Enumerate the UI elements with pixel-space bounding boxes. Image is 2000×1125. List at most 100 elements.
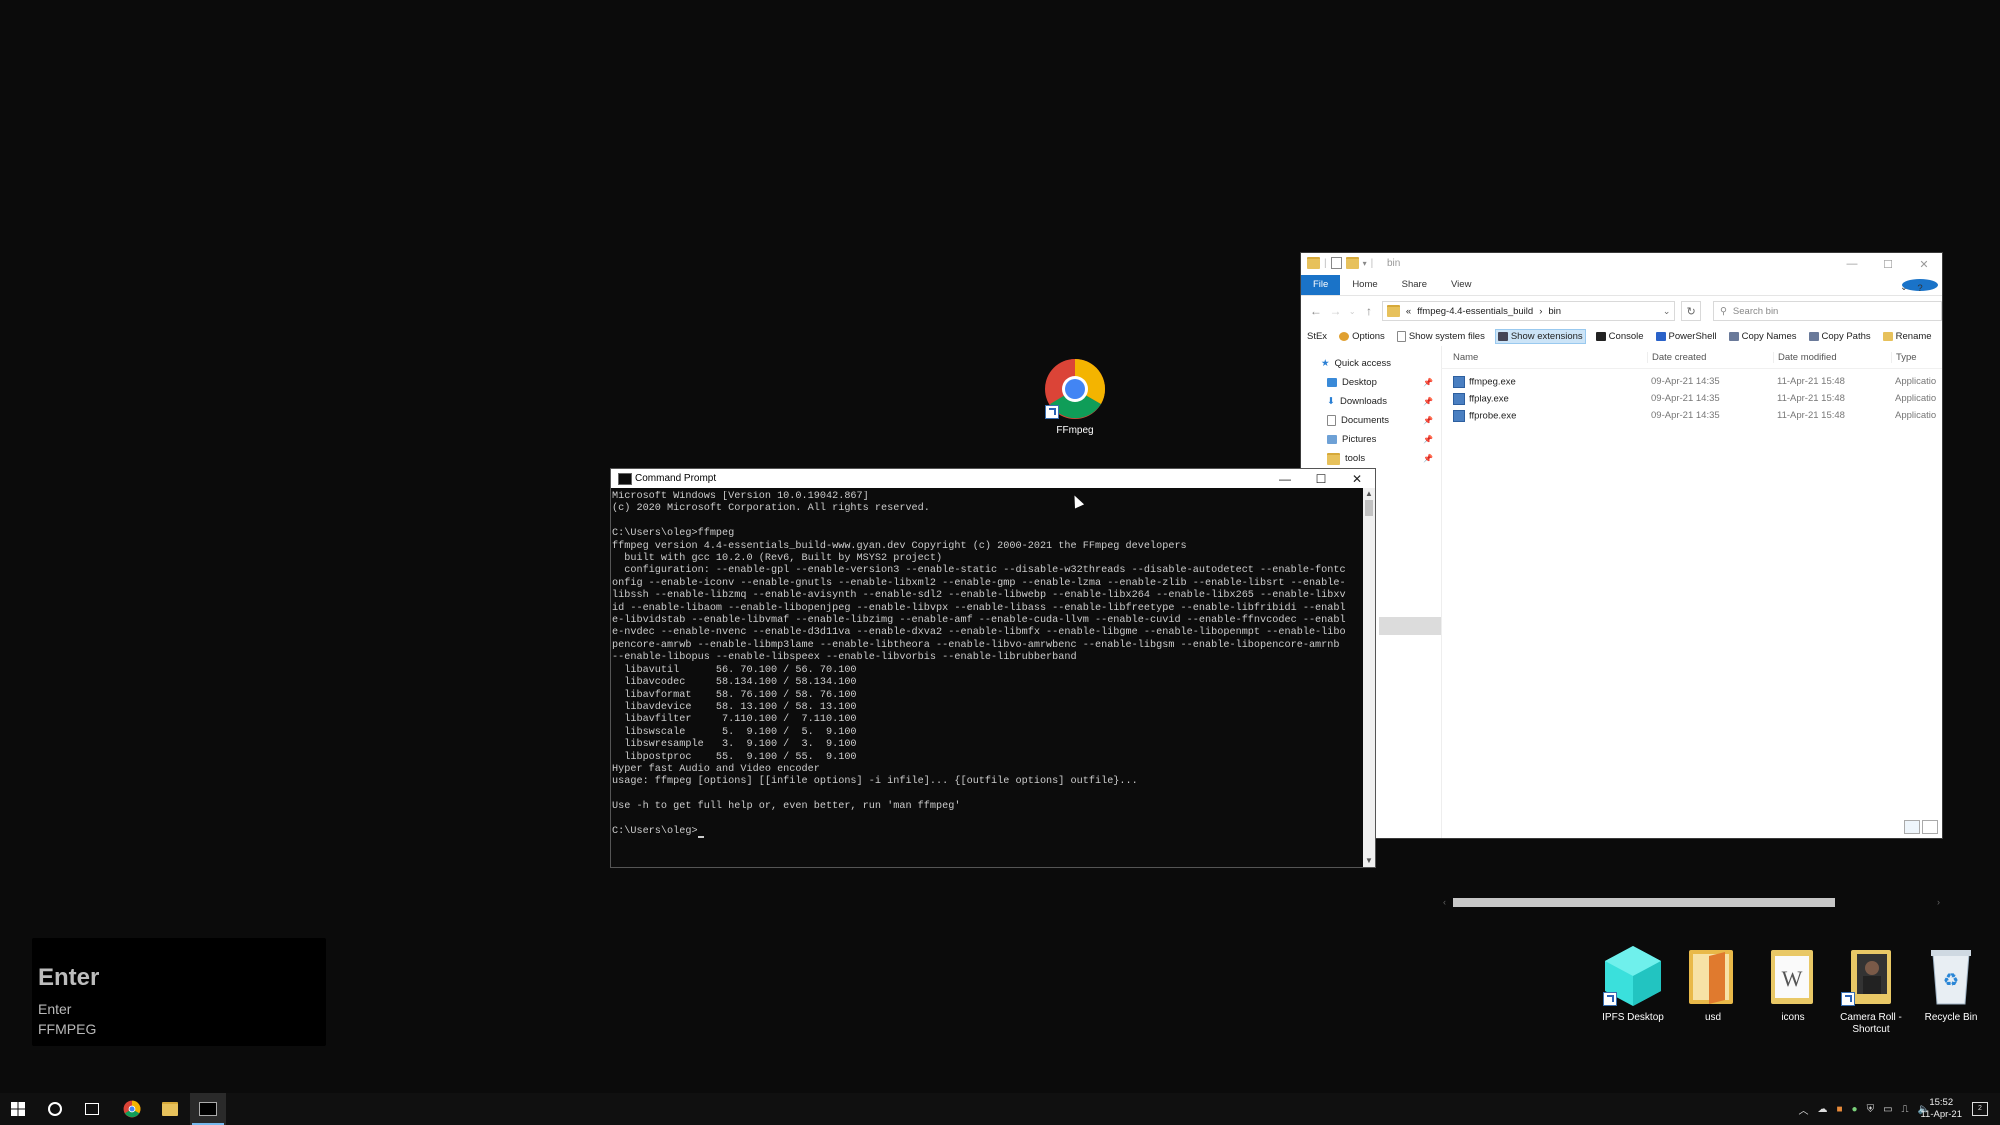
taskbar-command-prompt[interactable] <box>190 1093 226 1125</box>
explorer-titlebar[interactable]: | ▾ | bin — ☐ ✕ <box>1301 253 1942 275</box>
stex-toolbar: StEx Options Show system files Show exte… <box>1301 326 1942 347</box>
rename-button[interactable]: Rename <box>1881 330 1934 343</box>
file-row[interactable]: ffprobe.exe 09-Apr-21 14:35 11-Apr-21 15… <box>1441 407 1942 424</box>
tab-view[interactable]: View <box>1439 275 1483 295</box>
scroll-right-icon[interactable]: › <box>1937 897 1940 907</box>
task-view-button[interactable] <box>74 1093 110 1125</box>
chevron-down-icon[interactable]: ⌄ <box>1663 306 1671 317</box>
tab-share[interactable]: Share <box>1390 275 1439 295</box>
up-arrow-icon[interactable]: ↑ <box>1362 304 1376 318</box>
horizontal-scrollbar[interactable]: ‹ › <box>1441 896 1942 908</box>
file-date-created: 09-Apr-21 14:35 <box>1651 393 1720 404</box>
desktop-icon-ffmpeg[interactable]: FFmpeg <box>1030 357 1120 437</box>
tray-app-icon[interactable]: ■ <box>1837 1104 1843 1115</box>
nav-documents[interactable]: Documents 📌 <box>1301 411 1441 430</box>
search-button[interactable] <box>37 1093 73 1125</box>
usb-icon[interactable]: ⎍ <box>1902 1104 1909 1115</box>
scrollbar-thumb[interactable] <box>1365 500 1373 516</box>
pin-icon[interactable]: 📌 <box>1423 435 1433 444</box>
tray-app-icon[interactable]: ☁ <box>1818 1104 1828 1115</box>
command-prompt-window[interactable]: Command Prompt — ☐ ✕ Microsoft Windows [… <box>610 468 1376 868</box>
new-folder-icon[interactable] <box>1345 257 1359 269</box>
close-button[interactable]: ✕ <box>1906 253 1942 275</box>
close-button[interactable]: ✕ <box>1339 469 1375 488</box>
copy-paths-button[interactable]: Copy Paths <box>1807 330 1873 343</box>
nav-desktop[interactable]: Desktop 📌 <box>1301 373 1441 392</box>
column-header-name[interactable]: Name <box>1441 352 1647 363</box>
show-system-files-button[interactable]: Show system files <box>1395 330 1487 343</box>
exe-icon <box>1453 375 1465 388</box>
pin-icon[interactable]: 📌 <box>1423 378 1433 387</box>
column-header-date-created[interactable]: Date created <box>1647 351 1773 363</box>
maximize-button[interactable]: ☐ <box>1870 253 1906 275</box>
powershell-icon <box>1655 331 1666 341</box>
security-icon[interactable]: ⛨ <box>1867 1104 1875 1115</box>
notifications-icon[interactable]: 2 <box>1972 1102 1988 1116</box>
breadcrumb-segment[interactable]: bin <box>1548 306 1561 317</box>
options-button[interactable]: Options <box>1337 330 1387 343</box>
address-overflow[interactable]: « <box>1406 306 1411 317</box>
column-header-type[interactable]: Type <box>1891 351 1941 363</box>
minimize-button[interactable]: — <box>1267 469 1303 488</box>
system-tray: ︿ ☁ ■ ● ⛨ ▭ ⎍ 🔈 <box>1799 1093 1931 1125</box>
vertical-scrollbar[interactable]: ▲ ▼ <box>1363 488 1375 867</box>
address-bar[interactable]: « ffmpeg-4.4-essentials_build › bin ⌄ <box>1381 301 1676 321</box>
desktop-icon-recycle-bin[interactable]: ♻ Recycle Bin <box>1906 944 1996 1024</box>
file-row[interactable]: ffplay.exe 09-Apr-21 14:35 11-Apr-21 15:… <box>1441 390 1942 407</box>
keystroke-history-line: FFMPEG <box>38 1021 97 1037</box>
nav-quick-access[interactable]: ★ Quick access <box>1301 354 1441 373</box>
powershell-button[interactable]: PowerShell <box>1654 330 1719 343</box>
folder-icon <box>1307 257 1320 269</box>
cmd-titlebar[interactable]: Command Prompt — ☐ ✕ <box>611 469 1375 488</box>
pin-icon[interactable]: 📌 <box>1423 454 1433 463</box>
show-hidden-icons-icon[interactable]: ︿ <box>1799 1102 1809 1117</box>
copy-icon <box>1728 331 1739 341</box>
stex-button[interactable]: StEx <box>1305 330 1329 343</box>
network-icon[interactable]: ▭ <box>1883 1104 1892 1115</box>
copy-names-button[interactable]: Copy Names <box>1727 330 1799 343</box>
tray-app-icon[interactable]: ● <box>1852 1104 1858 1115</box>
start-button[interactable] <box>0 1093 36 1125</box>
desktop-icon-usd[interactable]: usd <box>1668 944 1758 1024</box>
console-output-area[interactable]: Microsoft Windows [Version 10.0.19042.86… <box>612 491 1363 867</box>
nav-downloads[interactable]: ⬇ Downloads 📌 <box>1301 392 1441 411</box>
search-input[interactable]: ⚲ Search bin <box>1712 301 1942 321</box>
large-icons-view-icon[interactable] <box>1922 820 1938 834</box>
pin-icon[interactable]: 📌 <box>1423 397 1433 406</box>
back-arrow-icon[interactable]: ← <box>1309 304 1323 318</box>
scrollbar-thumb[interactable] <box>1453 897 1835 907</box>
scroll-left-icon[interactable]: ‹ <box>1443 897 1446 907</box>
details-view-icon[interactable] <box>1904 820 1920 834</box>
gear-icon <box>1339 331 1350 341</box>
scroll-up-icon[interactable]: ▲ <box>1363 488 1375 500</box>
customize-qa-icon[interactable]: ▾ <box>1363 259 1367 268</box>
taskbar-file-explorer[interactable] <box>152 1093 188 1125</box>
console-button[interactable]: Console <box>1594 330 1646 343</box>
nav-pictures[interactable]: Pictures 📌 <box>1301 430 1441 449</box>
document-icon <box>1327 415 1336 426</box>
desktop-icon-icons[interactable]: W icons <box>1748 944 1838 1024</box>
desktop-icon-label: Camera Roll - Shortcut <box>1840 1012 1902 1035</box>
recent-chevron-icon[interactable]: ⌄ <box>1348 307 1356 316</box>
show-extensions-button[interactable]: Show extensions <box>1494 328 1586 344</box>
pin-icon[interactable]: 📌 <box>1423 416 1433 425</box>
nav-label: Documents <box>1341 415 1390 426</box>
file-row[interactable]: ffmpeg.exe 09-Apr-21 14:35 11-Apr-21 15:… <box>1441 373 1942 390</box>
forward-arrow-icon[interactable]: → <box>1329 304 1343 318</box>
taskbar-chrome[interactable] <box>114 1093 150 1125</box>
nav-tools[interactable]: tools 📌 <box>1301 449 1441 468</box>
minimize-button[interactable]: — <box>1834 253 1870 275</box>
help-icon[interactable]: ? <box>1902 279 1938 294</box>
breadcrumb-segment[interactable]: ffmpeg-4.4-essentials_build <box>1417 306 1533 317</box>
refresh-icon[interactable]: ↻ <box>1681 301 1701 321</box>
tab-home[interactable]: Home <box>1340 275 1389 295</box>
tab-file[interactable]: File <box>1301 275 1341 295</box>
desktop-icon-ipfs[interactable]: IPFS Desktop <box>1588 944 1678 1024</box>
column-header-date-modified[interactable]: Date modified <box>1773 351 1891 363</box>
properties-icon[interactable] <box>1330 257 1342 269</box>
scroll-down-icon[interactable]: ▼ <box>1363 855 1375 867</box>
file-explorer-window[interactable]: | ▾ | bin — ☐ ✕ File Home Share View ⌄ ?… <box>1300 252 1943 907</box>
clock[interactable]: 15:52 11-Apr-21 <box>1920 1097 1962 1121</box>
desktop-icon-camera-roll[interactable]: Camera Roll - Shortcut <box>1826 944 1916 1036</box>
maximize-button[interactable]: ☐ <box>1303 469 1339 488</box>
